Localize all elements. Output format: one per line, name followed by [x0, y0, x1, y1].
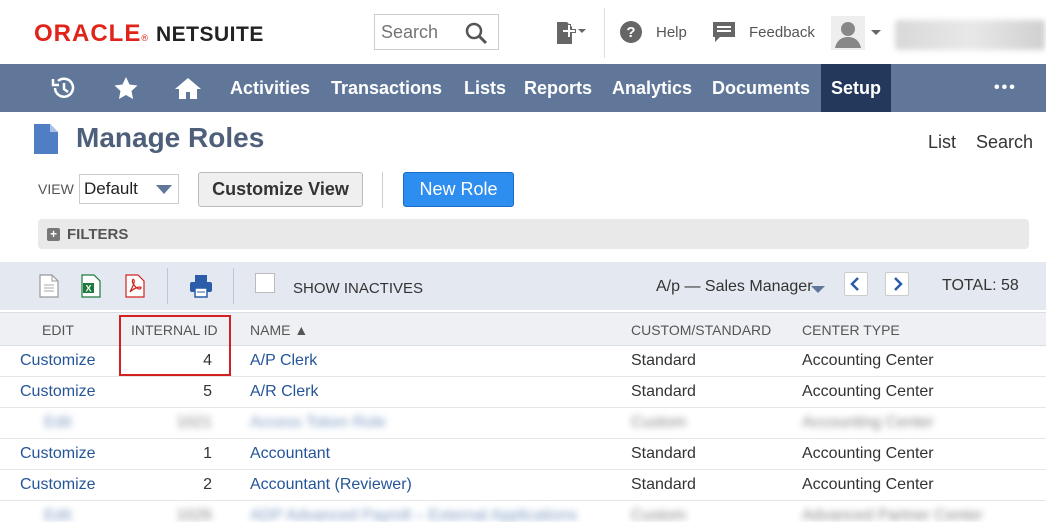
customize-view-button[interactable]: Customize View [198, 172, 363, 207]
create-new-icon[interactable] [553, 20, 589, 51]
toolbar-divider [167, 268, 168, 304]
svg-text:X: X [85, 284, 91, 294]
registered-mark: ® [141, 33, 148, 43]
role-name-link[interactable]: Accountant [250, 445, 330, 463]
column-header-edit: EDIT [42, 322, 74, 338]
previous-page-button[interactable] [844, 272, 868, 296]
expand-plus-icon[interactable]: + [47, 228, 60, 241]
view-label: VIEW [38, 181, 74, 197]
nav-more-menu[interactable]: ••• [994, 64, 1017, 112]
internal-id-cell: 5 [203, 383, 212, 400]
netsuite-logo[interactable]: ORACLE ® NETSUITE [34, 20, 264, 48]
column-header-custom-standard[interactable]: CUSTOM/STANDARD [631, 322, 771, 338]
table-row: Customize 2 Accountant (Reviewer) Standa… [0, 470, 1046, 501]
help-link[interactable]: Help [656, 24, 687, 41]
export-excel-icon[interactable]: X [80, 274, 102, 303]
center-type-cell: Advanced Partner Center [802, 507, 983, 522]
nav-activities[interactable]: Activities [230, 64, 310, 112]
role-name-link[interactable]: Access Token Role [250, 414, 386, 432]
feedback-icon[interactable] [711, 20, 737, 49]
nav-documents[interactable]: Documents [712, 64, 810, 112]
view-select-value: Default [84, 179, 138, 198]
role-type-cell: Custom [631, 507, 687, 522]
center-type-cell: Accounting Center [802, 476, 934, 493]
customize-link[interactable]: Customize [20, 476, 96, 494]
global-search[interactable] [374, 14, 499, 50]
show-inactives-checkbox[interactable] [255, 273, 275, 293]
role-name-link[interactable]: Accountant (Reviewer) [250, 476, 412, 494]
chevron-left-icon [850, 277, 859, 291]
top-header: ORACLE ® NETSUITE ? Help Feedback [0, 0, 1046, 64]
recent-records-icon[interactable] [50, 76, 76, 105]
main-navigation: Activities Transactions Lists Reports An… [0, 64, 1046, 112]
button-divider [382, 172, 383, 208]
next-page-button[interactable] [885, 272, 909, 296]
role-name-link[interactable]: ADP Advanced Payroll – External Applicat… [250, 507, 577, 522]
column-header-center-type[interactable]: CENTER TYPE [802, 322, 900, 338]
feedback-link[interactable]: Feedback [749, 24, 815, 41]
show-inactives-label: SHOW INACTIVES [293, 280, 424, 297]
search-icon[interactable] [464, 21, 488, 50]
internal-id-cell: 2 [203, 476, 212, 493]
search-link[interactable]: Search [976, 132, 1033, 153]
home-icon[interactable] [173, 76, 203, 105]
column-header-name[interactable]: NAME ▲ [250, 322, 308, 338]
role-type-cell: Standard [631, 476, 696, 493]
center-type-cell: Accounting Center [802, 445, 934, 462]
page-title: Manage Roles [76, 122, 265, 153]
table-row: Customize 1 Accountant Standard Accounti… [0, 439, 1046, 470]
header-divider [604, 8, 605, 58]
chevron-right-icon [894, 277, 903, 291]
help-icon[interactable]: ? [620, 21, 642, 48]
edit-link[interactable]: Edit [44, 507, 72, 522]
customize-link[interactable]: Customize [20, 352, 96, 370]
view-select[interactable]: Default [79, 174, 179, 204]
nav-reports[interactable]: Reports [524, 64, 592, 112]
internal-id-cell: 1026 [176, 507, 212, 522]
export-pdf-icon[interactable] [124, 274, 146, 303]
customize-link[interactable]: Customize [20, 445, 96, 463]
document-page-icon [32, 122, 60, 161]
chevron-down-icon [156, 185, 172, 194]
nav-transactions[interactable]: Transactions [331, 64, 442, 112]
nav-setup[interactable]: Setup [821, 64, 892, 112]
role-name-link[interactable]: A/R Clerk [250, 383, 318, 401]
oracle-wordmark: ORACLE [34, 20, 142, 47]
shortcuts-star-icon[interactable] [113, 76, 139, 105]
svg-text:?: ? [626, 24, 635, 41]
toolbar-divider [233, 268, 234, 304]
chevron-down-icon[interactable] [811, 286, 825, 293]
center-type-cell: Accounting Center [802, 352, 934, 369]
center-type-cell: Accounting Center [802, 414, 934, 431]
list-link[interactable]: List [928, 132, 956, 153]
user-avatar-icon[interactable] [831, 16, 883, 55]
role-type-cell: Custom [631, 414, 687, 431]
role-name-link[interactable]: A/P Clerk [250, 352, 317, 370]
print-icon[interactable] [189, 274, 213, 303]
new-role-button[interactable]: New Role [403, 172, 514, 207]
internal-id-cell: 1 [203, 445, 212, 462]
table-row: Customize 5 A/R Clerk Standard Accountin… [0, 377, 1046, 408]
role-type-cell: Standard [631, 445, 696, 462]
export-csv-icon[interactable] [38, 274, 60, 303]
role-quick-selector[interactable]: A/p — Sales Manager [656, 278, 813, 296]
role-type-cell: Standard [631, 352, 696, 369]
table-row: Edit 1026 ADP Advanced Payroll – Externa… [0, 501, 1046, 522]
filters-label: FILTERS [67, 226, 129, 243]
nav-analytics[interactable]: Analytics [612, 64, 692, 112]
customize-link[interactable]: Customize [20, 383, 96, 401]
role-type-cell: Standard [631, 383, 696, 400]
user-account-info[interactable] [895, 20, 1045, 50]
netsuite-wordmark: NETSUITE [155, 23, 264, 46]
filters-bar[interactable]: + FILTERS [38, 219, 1029, 249]
nav-lists[interactable]: Lists [464, 64, 506, 112]
total-count: TOTAL: 58 [942, 277, 1019, 294]
global-search-input[interactable] [375, 15, 465, 49]
edit-link[interactable]: Edit [44, 414, 72, 432]
table-row: Edit 1021 Access Token Role Custom Accou… [0, 408, 1046, 439]
center-type-cell: Accounting Center [802, 383, 934, 400]
highlight-box-internal-id [119, 315, 231, 376]
internal-id-cell: 1021 [176, 414, 212, 431]
